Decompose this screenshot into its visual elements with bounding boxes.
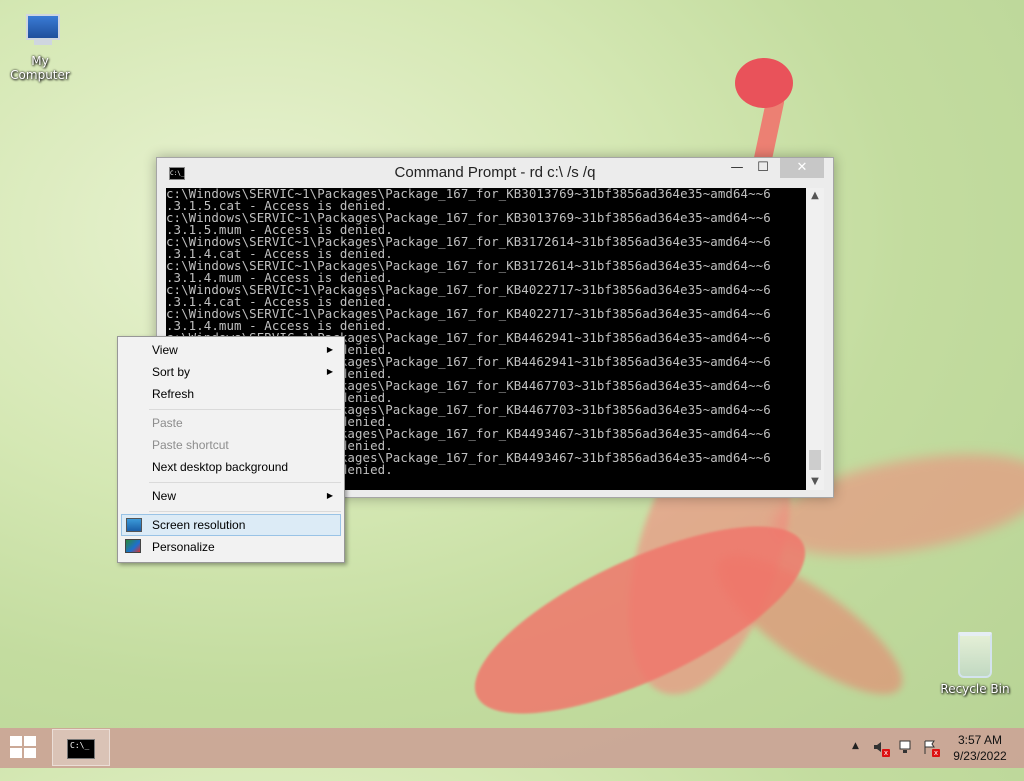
menu-item-label: Paste shortcut (152, 438, 229, 452)
desktop-icon-recycle-bin[interactable]: Recycle Bin (935, 632, 1015, 696)
menu-item-label: Screen resolution (152, 518, 246, 532)
menu-item-refresh[interactable]: Refresh (121, 383, 341, 405)
desktop-icon-my-computer[interactable]: My Computer (0, 12, 80, 82)
close-button[interactable]: ✕ (780, 158, 824, 178)
minimize-button[interactable]: — (723, 158, 751, 178)
cmd-icon: C:\_ (67, 739, 95, 759)
menu-item-label: Sort by (152, 365, 191, 379)
menu-item-screen-resolution[interactable]: Screen resolution (121, 514, 341, 536)
title-bar[interactable]: C:\_ Command Prompt - rd c:\ /s /q — ☐ ✕ (157, 158, 833, 188)
taskbar: C:\_ ▲ x x 3:57 AM 9/23/2022 (0, 728, 1024, 768)
start-button-windows-icon[interactable] (10, 736, 38, 760)
menu-item-label: Personalize (152, 540, 215, 554)
menu-separator (149, 511, 341, 512)
menu-item-personalize[interactable]: Personalize (121, 536, 341, 558)
desktop-icon-label: Recycle Bin (940, 682, 1010, 696)
maximize-button[interactable]: ☐ (749, 158, 777, 178)
menu-item-label: View (152, 343, 178, 357)
desktop-icon-label: My Computer (10, 54, 70, 82)
menu-separator (149, 482, 341, 483)
personalize-icon (125, 539, 141, 553)
menu-item-new[interactable]: New ▶ (121, 485, 341, 507)
action-center-flag-icon[interactable]: x (922, 739, 940, 757)
network-icon[interactable] (898, 739, 914, 755)
computer-icon (20, 12, 60, 50)
recycle-bin-icon (958, 632, 992, 678)
menu-item-sort-by[interactable]: Sort by ▶ (121, 361, 341, 383)
menu-item-label: Next desktop background (152, 460, 289, 474)
submenu-arrow-icon: ▶ (326, 367, 333, 376)
volume-muted-icon[interactable]: x (872, 739, 890, 757)
clock-date: 9/23/2022 (953, 749, 1007, 763)
scroll-up-arrow-icon[interactable]: ▲ (806, 188, 824, 204)
menu-item-next-desktop-background[interactable]: Next desktop background (121, 456, 341, 478)
submenu-arrow-icon: ▶ (326, 345, 333, 354)
scroll-down-arrow-icon[interactable]: ▼ (806, 474, 824, 490)
wallpaper-flower-bud (735, 58, 793, 108)
menu-item-paste-shortcut: Paste shortcut (121, 434, 341, 456)
taskbar-command-prompt-button[interactable]: C:\_ (52, 729, 110, 766)
submenu-arrow-icon: ▶ (326, 491, 333, 500)
show-hidden-icons-button[interactable]: ▲ (852, 741, 859, 781)
menu-item-view[interactable]: View ▶ (121, 339, 341, 361)
screen-resolution-icon (126, 518, 142, 532)
vertical-scrollbar[interactable]: ▲ ▼ (806, 188, 824, 490)
menu-item-paste: Paste (121, 412, 341, 434)
scrollbar-thumb[interactable] (809, 450, 821, 470)
menu-item-label: Refresh (152, 387, 195, 401)
clock-time: 3:57 AM (957, 733, 1003, 747)
taskbar-clock[interactable]: 3:57 AM 9/23/2022 (940, 732, 1020, 764)
desktop-context-menu: View ▶ Sort by ▶ Refresh Paste Paste sho… (117, 336, 345, 563)
menu-item-label: Paste (152, 416, 183, 430)
menu-separator (149, 409, 341, 410)
menu-item-label: New (152, 489, 177, 503)
